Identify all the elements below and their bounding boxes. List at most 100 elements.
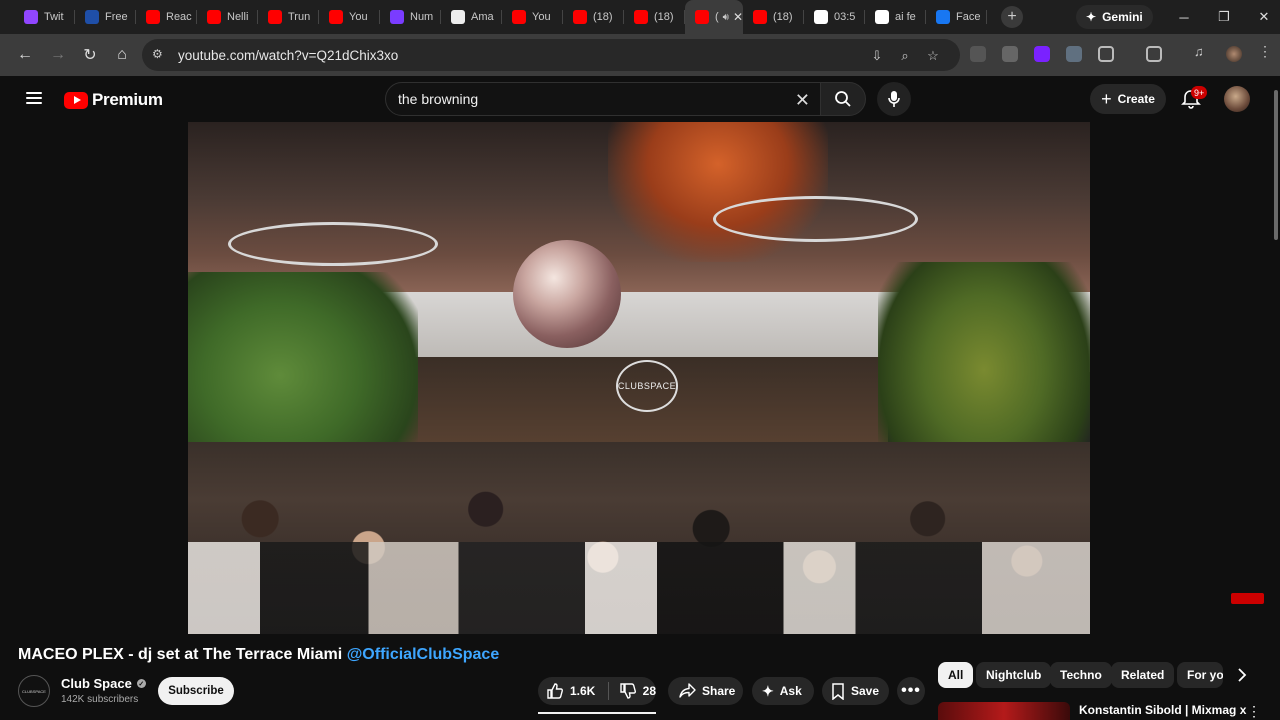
youtube-icon xyxy=(634,10,648,24)
subscribe-watermark[interactable] xyxy=(1231,593,1264,604)
youtube-icon xyxy=(753,10,767,24)
gemini-label: Gemini xyxy=(1102,10,1143,24)
close-tab-icon[interactable]: ✕ xyxy=(733,10,743,24)
search-query: the browning xyxy=(398,91,479,107)
amazon-icon xyxy=(451,10,465,24)
browser-tab[interactable]: Trun xyxy=(258,0,319,34)
filter-chip[interactable]: Related xyxy=(1111,662,1175,688)
channel-handle-link[interactable]: @OfficialClubSpace xyxy=(347,646,500,663)
zoom-icon[interactable]: ⌕ xyxy=(896,47,914,65)
tab-label: Twit xyxy=(44,11,64,23)
profile-avatar[interactable] xyxy=(1226,46,1242,62)
youtube-icon xyxy=(268,10,282,24)
tab-label: Reac xyxy=(166,11,192,23)
reload-icon[interactable]: ↻ xyxy=(77,42,103,68)
youtube-play-icon xyxy=(64,91,88,109)
install-icon[interactable]: ⇩ xyxy=(868,47,886,65)
browser-tab[interactable]: 03:5 xyxy=(804,0,865,34)
notification-badge: 9+ xyxy=(1191,86,1208,99)
like-count: 1.6K xyxy=(570,684,596,698)
voice-search-button[interactable] xyxy=(877,82,911,116)
share-button[interactable]: Share xyxy=(668,677,743,705)
chevron-right-icon[interactable] xyxy=(1232,664,1252,686)
subscribe-button[interactable]: Subscribe xyxy=(158,677,234,705)
browser-tab[interactable]: (18) xyxy=(624,0,685,34)
menu-icon[interactable] xyxy=(26,92,42,104)
more-vertical-icon[interactable]: ⋮ xyxy=(1247,703,1261,720)
extension-icon[interactable] xyxy=(1034,46,1050,62)
forward-icon[interactable]: → xyxy=(45,42,71,68)
browser-tab[interactable]: Free xyxy=(75,0,136,34)
channel-name[interactable]: Club Space ✓ xyxy=(61,676,146,691)
recommendation-title[interactable]: Konstantin Sibold | Mixmag x xyxy=(1079,703,1246,717)
site-info-icon[interactable]: ⚙ xyxy=(152,47,168,63)
account-avatar[interactable] xyxy=(1224,86,1250,112)
browser-tab[interactable]: Ama xyxy=(441,0,502,34)
browser-tab[interactable]: Num xyxy=(380,0,441,34)
like-dislike-group: 1.6K 28 xyxy=(538,677,656,705)
gemini-button[interactable]: ✦ Gemini xyxy=(1076,5,1153,29)
more-actions-button[interactable]: ••• xyxy=(897,677,925,705)
restore-icon[interactable]: ❐ xyxy=(1204,0,1244,34)
browser-tab[interactable]: Reac xyxy=(136,0,197,34)
youtube-logo[interactable]: Premium xyxy=(64,90,163,110)
back-icon[interactable]: ← xyxy=(12,42,38,68)
minimize-icon[interactable]: ─ xyxy=(1164,0,1204,34)
browser-tab[interactable]: (🔊︎ ✕ xyxy=(685,0,743,34)
search-icon xyxy=(835,91,851,107)
browser-tab[interactable]: Twit xyxy=(14,0,75,34)
browser-toolbar: ← → ↻ ⌂ ⚙ youtube.com/watch?v=Q21dChix3x… xyxy=(0,34,1280,76)
puzzle-icon[interactable] xyxy=(1098,46,1114,62)
speaker-icon[interactable]: 🔊︎ xyxy=(723,12,729,23)
venue-sign: CLUBSPACE xyxy=(616,360,678,412)
dislike-button[interactable]: 28 xyxy=(615,682,656,700)
recommendation-thumbnail[interactable] xyxy=(938,702,1070,720)
more-horizontal-icon: ••• xyxy=(901,682,921,699)
like-button[interactable]: 1.6K xyxy=(546,682,602,700)
page-scrollbar[interactable] xyxy=(1274,90,1278,240)
browser-tab[interactable]: (18) xyxy=(743,0,804,34)
video-player[interactable]: CLUBSPACE xyxy=(188,122,1090,634)
extension-icon[interactable] xyxy=(970,46,986,62)
browser-tab[interactable]: Face xyxy=(926,0,987,34)
search-button[interactable] xyxy=(820,82,866,116)
save-label: Save xyxy=(851,684,880,698)
search-input[interactable]: the browning ✕ xyxy=(385,82,821,116)
home-icon[interactable]: ⌂ xyxy=(109,42,135,68)
media-controls-icon[interactable]: ♫ xyxy=(1194,44,1210,60)
j-icon xyxy=(85,10,99,24)
shield-extension-icon[interactable] xyxy=(1066,46,1082,62)
new-tab-icon[interactable]: + xyxy=(1001,6,1023,28)
channel-avatar[interactable]: CLUBSPACE xyxy=(18,675,50,707)
filter-chip[interactable]: All xyxy=(938,662,974,688)
extension-icon[interactable] xyxy=(1002,46,1018,62)
save-button[interactable]: Save xyxy=(822,677,889,705)
youtube-icon xyxy=(207,10,221,24)
create-button[interactable]: + Create xyxy=(1090,84,1166,114)
tab-label: Face xyxy=(956,11,981,23)
tab-label: (18) xyxy=(654,11,674,23)
browser-tab[interactable]: ai fe xyxy=(865,0,926,34)
browser-tab[interactable]: You xyxy=(319,0,380,34)
tab-label: You xyxy=(349,11,368,23)
tab-label: Trun xyxy=(288,11,311,23)
browser-tab[interactable]: Nelli xyxy=(197,0,258,34)
youtube-icon xyxy=(573,10,587,24)
close-window-icon[interactable]: ✕ xyxy=(1244,0,1280,34)
bookmark-star-icon[interactable]: ☆ xyxy=(924,47,942,65)
browser-tab[interactable]: (18) xyxy=(563,0,624,34)
filter-chip[interactable]: For yo xyxy=(1177,662,1223,688)
browser-tab[interactable]: You xyxy=(502,0,563,34)
clear-search-icon[interactable]: ✕ xyxy=(795,90,810,111)
filter-chip[interactable]: Nightclub xyxy=(976,662,1052,688)
tab-label: Ama xyxy=(471,11,494,23)
side-panel-icon[interactable] xyxy=(1146,46,1162,62)
filter-chip[interactable]: Techno xyxy=(1050,662,1112,688)
address-bar[interactable]: ⚙ youtube.com/watch?v=Q21dChix3xo ⇩ ⌕ ☆ xyxy=(142,39,960,71)
dislike-count: 28 xyxy=(642,684,656,698)
sparkle-icon: ✦ xyxy=(762,682,774,699)
ask-button[interactable]: ✦ Ask xyxy=(752,677,814,705)
ask-label: Ask xyxy=(779,684,802,698)
menu-dots-icon[interactable]: ⋮ xyxy=(1258,43,1274,59)
video-title-text: MACEO PLEX - dj set at The Terrace Miami xyxy=(18,646,343,663)
